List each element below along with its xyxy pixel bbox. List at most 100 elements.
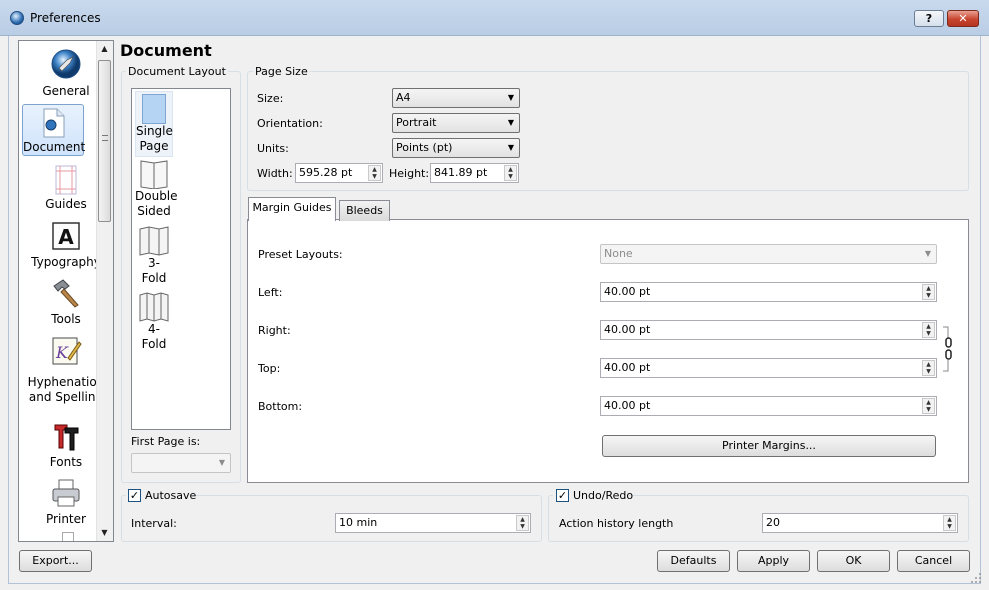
three-fold-icon (139, 226, 169, 256)
height-label: Height: (389, 167, 430, 180)
apply-button[interactable]: Apply (737, 550, 810, 572)
undo-redo-checkbox[interactable]: ✓ (556, 489, 569, 502)
left-margin-label: Left: (258, 286, 283, 299)
spin-arrows-icon[interactable]: ▲ ▼ (922, 398, 935, 414)
top-margin-spinbox[interactable]: 40.00 pt ▲ ▼ (600, 358, 937, 378)
width-label: Width: (257, 167, 293, 180)
help-button[interactable]: ? (914, 10, 944, 27)
units-label: Units: (257, 142, 289, 155)
right-margin-label: Right: (258, 324, 291, 337)
defaults-button[interactable]: Defaults (657, 550, 730, 572)
spin-arrows-icon[interactable]: ▲ ▼ (504, 165, 517, 181)
chevron-down-icon: ▼ (507, 143, 514, 152)
left-margin-value: 40.00 pt (604, 285, 651, 298)
window-title: Preferences (30, 11, 101, 25)
width-value: 595.28 pt (299, 166, 353, 179)
first-page-label: First Page is: (131, 435, 201, 448)
right-margin-value: 40.00 pt (604, 323, 651, 336)
layout-label: Fold (141, 271, 167, 285)
globe-icon (51, 49, 81, 79)
layout-label: Double (135, 189, 178, 203)
single-page-icon (142, 94, 166, 124)
layout-double-sided[interactable]: Double Sided (135, 159, 178, 225)
preset-layouts-select[interactable]: None ▼ (600, 244, 937, 264)
scroll-up-arrow[interactable]: ▲ (98, 42, 111, 56)
sidebar-item-document[interactable]: Document (22, 104, 86, 156)
bottom-margin-label: Bottom: (258, 400, 303, 413)
units-select[interactable]: Points (pt) ▼ (392, 138, 520, 158)
size-select[interactable]: A4 ▼ (392, 88, 520, 108)
pen-icon: K (52, 337, 82, 365)
left-margin-spinbox[interactable]: 40.00 pt ▲ ▼ (600, 282, 937, 302)
layout-label: 3- (148, 256, 160, 270)
height-value: 841.89 pt (434, 166, 488, 179)
chevron-down-icon: ▼ (507, 93, 514, 102)
layout-3-fold[interactable]: 3- Fold (135, 226, 173, 292)
preset-layouts-label: Preset Layouts: (258, 248, 343, 261)
layout-label: Fold (141, 337, 167, 351)
tab-bleeds[interactable]: Bleeds (339, 200, 390, 221)
top-margin-value: 40.00 pt (604, 361, 651, 374)
undo-redo-label: Undo/Redo (573, 489, 634, 502)
preset-value: None (604, 247, 633, 260)
size-value: A4 (396, 91, 411, 104)
autosave-checkbox[interactable]: ✓ (128, 489, 141, 502)
title-bar (0, 0, 989, 36)
autosave-label: Autosave (145, 489, 197, 502)
first-page-select[interactable]: ▼ (131, 453, 231, 473)
link-chain-icon[interactable] (942, 326, 956, 372)
scroll-grip (102, 135, 108, 141)
interval-label: Interval: (131, 517, 177, 530)
spin-arrows-icon[interactable]: ▲ ▼ (516, 515, 529, 531)
size-label: Size: (257, 92, 284, 105)
guides-icon (55, 165, 77, 195)
action-history-label: Action history length (559, 517, 674, 530)
document-layout-title: Document Layout (126, 65, 228, 78)
typography-icon: A (52, 222, 80, 250)
layout-label: 4- (148, 322, 160, 336)
fonts-icon (54, 424, 79, 451)
spin-arrows-icon[interactable]: ▲ ▼ (922, 284, 935, 300)
page-size-title: Page Size (253, 65, 310, 78)
page-title: Document (120, 41, 212, 60)
export-button[interactable]: Export... (19, 550, 92, 572)
printer-margins-button[interactable]: Printer Margins... (602, 435, 936, 457)
svg-text:K: K (55, 343, 69, 362)
tab-margin-guides[interactable]: Margin Guides (248, 197, 336, 221)
sidebar-item-label: Document (23, 140, 86, 154)
hammer-icon (53, 279, 79, 308)
right-margin-spinbox[interactable]: 40.00 pt ▲ ▼ (600, 320, 937, 340)
partial-item-icon (62, 532, 74, 541)
chevron-down-icon: ▼ (218, 458, 225, 467)
app-icon (10, 11, 24, 25)
spin-arrows-icon[interactable]: ▲ ▼ (922, 360, 935, 376)
scroll-down-arrow[interactable]: ▼ (98, 526, 111, 540)
spin-arrows-icon[interactable]: ▲ ▼ (368, 165, 381, 181)
svg-text:A: A (58, 225, 74, 249)
spin-arrows-icon[interactable]: ▲ ▼ (922, 322, 935, 338)
spin-arrows-icon[interactable]: ▲ ▼ (943, 515, 956, 531)
bottom-margin-spinbox[interactable]: 40.00 pt ▲ ▼ (600, 396, 937, 416)
height-spinbox[interactable]: 841.89 pt ▲ ▼ (430, 163, 519, 183)
scroll-thumb[interactable] (98, 60, 111, 222)
bottom-margin-value: 40.00 pt (604, 399, 651, 412)
action-history-spinbox[interactable]: 20 ▲ ▼ (762, 513, 958, 533)
width-spinbox[interactable]: 595.28 pt ▲ ▼ (295, 163, 383, 183)
chevron-down-icon: ▼ (924, 249, 931, 258)
layout-single-page[interactable]: Single Page (135, 91, 173, 157)
resize-grip-icon[interactable] (970, 572, 982, 584)
document-icon (43, 108, 65, 138)
interval-spinbox[interactable]: 10 min ▲ ▼ (335, 513, 531, 533)
double-sided-icon (140, 160, 168, 189)
printer-icon (52, 479, 80, 507)
layout-label: Sided (137, 204, 171, 218)
ok-button[interactable]: OK (817, 550, 890, 572)
cancel-button[interactable]: Cancel (897, 550, 970, 572)
layout-4-fold[interactable]: 4- Fold (135, 292, 173, 358)
action-history-value: 20 (766, 516, 780, 529)
orientation-select[interactable]: Portrait ▼ (392, 113, 520, 133)
layout-label: Page (139, 139, 169, 153)
close-button[interactable]: ✕ (947, 10, 979, 27)
orientation-label: Orientation: (257, 117, 323, 130)
four-fold-icon (139, 292, 169, 322)
